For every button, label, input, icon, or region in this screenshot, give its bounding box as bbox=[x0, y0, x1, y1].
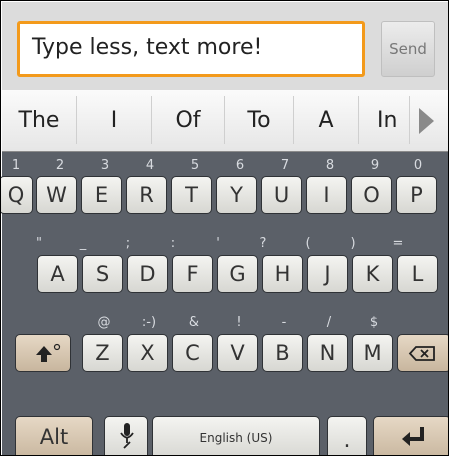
shift-arrow-icon bbox=[36, 343, 61, 362]
key-r[interactable]: R bbox=[126, 176, 167, 214]
alt-key[interactable]: Alt bbox=[15, 416, 93, 455]
hint-9: 9 bbox=[370, 158, 380, 173]
space-key[interactable]: English (US) bbox=[152, 416, 320, 455]
shift-key[interactable] bbox=[15, 334, 71, 372]
suggestion-3[interactable]: Of bbox=[152, 90, 224, 151]
key-w[interactable]: W bbox=[36, 176, 77, 214]
key-d[interactable]: D bbox=[127, 255, 168, 293]
hint-dash: - bbox=[281, 315, 287, 330]
period-key[interactable]: . bbox=[327, 416, 367, 455]
key-e[interactable]: E bbox=[81, 176, 122, 214]
key-k[interactable]: K bbox=[352, 255, 393, 293]
suggestion-1[interactable]: The bbox=[2, 90, 76, 151]
key-s[interactable]: S bbox=[82, 255, 123, 293]
hint-ampersand: & bbox=[188, 315, 200, 330]
hint-semicolon: ; bbox=[125, 236, 131, 251]
suggestion-2[interactable]: I bbox=[77, 90, 151, 151]
key-u[interactable]: U bbox=[261, 176, 302, 214]
key-q[interactable]: Q bbox=[1, 176, 33, 214]
key-z[interactable]: Z bbox=[82, 334, 123, 372]
hint-at: @ bbox=[97, 315, 111, 330]
suggestion-5[interactable]: A bbox=[294, 90, 358, 151]
hint-dollar: $ bbox=[369, 315, 379, 330]
delete-key[interactable] bbox=[397, 334, 448, 372]
compose-area: Type less, text more! Send bbox=[2, 2, 448, 90]
key-m[interactable]: M bbox=[352, 334, 393, 372]
send-button[interactable]: Send bbox=[381, 21, 435, 77]
message-input[interactable]: Type less, text more! bbox=[17, 21, 365, 77]
suggestion-4[interactable]: To bbox=[225, 90, 293, 151]
key-t[interactable]: T bbox=[171, 176, 212, 214]
hint-close-paren: ) bbox=[350, 236, 356, 251]
more-suggestions-arrow-icon[interactable] bbox=[419, 108, 434, 134]
suggestion-bar: The I Of To A In bbox=[2, 90, 448, 152]
hint-exclamation: ! bbox=[236, 315, 242, 330]
key-b[interactable]: B bbox=[262, 334, 303, 372]
hint-6: 6 bbox=[235, 158, 245, 173]
enter-icon bbox=[402, 427, 424, 446]
hint-1: 1 bbox=[11, 158, 21, 173]
hint-3: 3 bbox=[100, 158, 110, 173]
key-h[interactable]: H bbox=[262, 255, 303, 293]
suggestion-6[interactable]: In bbox=[359, 90, 409, 151]
mic-key[interactable] bbox=[104, 416, 148, 455]
soft-keyboard: 1 2 3 4 5 6 7 8 9 0 Q W E R T Y U I O P … bbox=[1, 152, 448, 455]
enter-key[interactable] bbox=[373, 416, 448, 455]
hint-open-paren: ( bbox=[305, 236, 311, 251]
key-g[interactable]: G bbox=[217, 255, 258, 293]
key-c[interactable]: C bbox=[172, 334, 213, 372]
hint-5: 5 bbox=[190, 158, 200, 173]
hint-colon: : bbox=[170, 236, 176, 251]
microphone-icon bbox=[120, 423, 134, 449]
key-i[interactable]: I bbox=[306, 176, 347, 214]
key-j[interactable]: J bbox=[307, 255, 348, 293]
key-x[interactable]: X bbox=[127, 334, 168, 372]
hint-smiley: :-) bbox=[141, 315, 157, 330]
hint-question: ? bbox=[259, 236, 267, 251]
hint-0: 0 bbox=[413, 158, 423, 173]
hint-slash: / bbox=[326, 315, 332, 330]
hint-apostrophe: ' bbox=[216, 236, 220, 251]
hint-4: 4 bbox=[145, 158, 155, 173]
suggestion-divider bbox=[409, 96, 410, 144]
hint-2: 2 bbox=[55, 158, 65, 173]
key-y[interactable]: Y bbox=[216, 176, 257, 214]
key-a[interactable]: A bbox=[37, 255, 78, 293]
hint-7: 7 bbox=[280, 158, 290, 173]
hint-underscore: _ bbox=[79, 236, 87, 251]
key-l[interactable]: L bbox=[397, 255, 438, 293]
key-v[interactable]: V bbox=[217, 334, 258, 372]
keyboard-screen: Type less, text more! Send The I Of To A… bbox=[0, 0, 449, 456]
hint-quote: " bbox=[36, 236, 42, 251]
backspace-icon bbox=[408, 346, 435, 361]
hint-equals: = bbox=[392, 236, 404, 251]
key-f[interactable]: F bbox=[172, 255, 213, 293]
key-n[interactable]: N bbox=[307, 334, 348, 372]
hint-8: 8 bbox=[325, 158, 335, 173]
key-p[interactable]: P bbox=[396, 176, 437, 214]
key-o[interactable]: O bbox=[351, 176, 392, 214]
